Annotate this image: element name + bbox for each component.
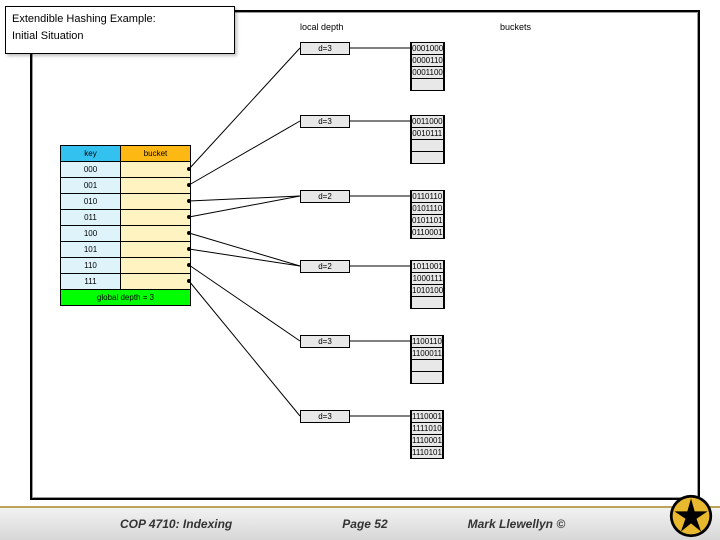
pointer-dot: [187, 199, 191, 203]
footer-course: COP 4710: Indexing: [120, 517, 232, 531]
dir-bucket: [121, 162, 191, 178]
dir-key: 111: [61, 274, 121, 290]
dir-key: 100: [61, 226, 121, 242]
local-depth-label: local depth: [300, 22, 344, 32]
dir-bucket: [121, 194, 191, 210]
bucket-rows: 0001000 0000110 0001100: [410, 42, 445, 91]
footer-author: Mark Llewellyn ©: [468, 517, 566, 531]
bucket-rows: 1110001 1111010 1110001 1110101: [410, 410, 444, 459]
directory-table: key bucket 000 001 010 011 100 101 110 1…: [60, 145, 191, 306]
dir-key: 110: [61, 258, 121, 274]
dir-key: 010: [61, 194, 121, 210]
dir-bucket: [121, 242, 191, 258]
dir-key: 001: [61, 178, 121, 194]
buckets-label: buckets: [500, 22, 531, 32]
dir-key: 011: [61, 210, 121, 226]
pointer-dot: [187, 215, 191, 219]
depth-box: d=3: [300, 42, 350, 55]
key-header: key: [61, 146, 121, 162]
title-line-1: Extendible Hashing Example:: [12, 11, 228, 28]
dir-bucket: [121, 258, 191, 274]
dir-key: 101: [61, 242, 121, 258]
bucket-rows: 1100110 1100011: [410, 335, 444, 384]
bucket-rows: 0011000 0010111: [410, 115, 445, 164]
global-depth-cell: global depth = 3: [61, 290, 191, 306]
depth-box: d=3: [300, 115, 350, 128]
title-box: Extendible Hashing Example: Initial Situ…: [5, 6, 235, 54]
depth-box: d=2: [300, 190, 350, 203]
depth-box: d=3: [300, 410, 350, 423]
pointer-dot: [187, 231, 191, 235]
pointer-dot: [187, 183, 191, 187]
ucf-logo-icon: [668, 493, 714, 539]
dir-key: 000: [61, 162, 121, 178]
bucket-header: bucket: [121, 146, 191, 162]
pointer-dot: [187, 279, 191, 283]
dir-bucket: [121, 226, 191, 242]
title-line-2: Initial Situation: [12, 28, 228, 45]
dir-bucket: [121, 274, 191, 290]
depth-box: d=3: [300, 335, 350, 348]
pointer-dot: [187, 247, 191, 251]
dir-bucket: [121, 178, 191, 194]
depth-box: d=2: [300, 260, 350, 273]
footer-bar: COP 4710: Indexing Page 52 Mark Llewelly…: [0, 506, 720, 540]
dir-bucket: [121, 210, 191, 226]
footer-page: Page 52: [342, 517, 387, 531]
pointer-dot: [187, 263, 191, 267]
bucket-rows: 0110110 0101110 0101101 0110001: [410, 190, 445, 239]
pointer-dot: [187, 167, 191, 171]
bucket-rows: 1011001 1000111 1010100: [410, 260, 445, 309]
